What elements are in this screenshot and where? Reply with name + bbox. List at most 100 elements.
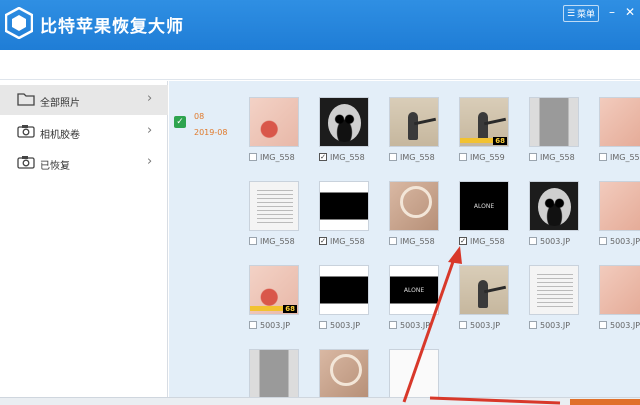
photo-thumbnail[interactable] — [599, 97, 640, 147]
menu-icon: ☰ — [566, 8, 576, 19]
close-icon[interactable]: ✕ — [622, 4, 638, 20]
photo-checkbox[interactable] — [389, 237, 397, 245]
photo-item-label: IMG_558 — [599, 151, 640, 163]
photo-thumbnail[interactable]: ALONE — [459, 181, 509, 231]
photo-item-label: 5003.JP — [319, 319, 360, 331]
photo-checkbox[interactable] — [529, 321, 537, 329]
photo-checkbox[interactable] — [599, 237, 607, 245]
photo-item-label: IMG_558 — [529, 151, 575, 163]
photo-filename: IMG_558 — [260, 152, 295, 162]
photo-thumbnail[interactable] — [389, 349, 439, 399]
photo-item-label: IMG_558 — [249, 235, 295, 247]
photo-filename: IMG_558 — [330, 152, 365, 162]
chevron-right-icon: › — [147, 154, 153, 169]
photo-checkbox[interactable] — [249, 237, 257, 245]
photo-thumbnail[interactable] — [319, 265, 369, 315]
photo-filename: 5003.JP — [470, 320, 501, 330]
photo-filename: 5003.JP — [610, 320, 640, 330]
photo-thumbnail[interactable]: 68 — [249, 265, 299, 315]
photo-thumbnail[interactable] — [389, 97, 439, 147]
photo-thumbnail[interactable]: 68 — [459, 97, 509, 147]
group-date-short: 08 — [194, 112, 205, 121]
photo-item-label: 5003.JP — [599, 319, 640, 331]
group-date: 2019-08 — [194, 128, 228, 137]
photo-checkbox[interactable]: ✓ — [319, 153, 327, 161]
photo-checkbox[interactable]: ✓ — [319, 237, 327, 245]
photo-checkbox[interactable] — [459, 153, 467, 161]
photo-filename: IMG_558 — [610, 152, 640, 162]
photo-thumbnail[interactable] — [319, 97, 369, 147]
thumbnail-caption: ALONE — [473, 202, 495, 210]
sidebar-item-label: 相机胶卷 — [40, 130, 80, 141]
photo-thumbnail[interactable] — [249, 181, 299, 231]
menu-button[interactable]: ☰ 菜单 — [563, 5, 599, 22]
photo-item-label: ✓ IMG_558 — [459, 235, 505, 247]
photo-checkbox[interactable] — [249, 321, 257, 329]
photo-checkbox[interactable] — [599, 153, 607, 161]
app-title: 比特苹果恢复大师 — [40, 17, 184, 37]
camera-icon — [17, 156, 35, 169]
photo-checkbox[interactable] — [389, 321, 397, 329]
toolbar — [0, 50, 640, 80]
photo-thumbnail[interactable]: ALONE — [389, 265, 439, 315]
photo-checkbox[interactable] — [249, 153, 257, 161]
photo-item-label: 5003.JP — [599, 235, 640, 247]
status-bar — [0, 397, 640, 405]
thumbnail-badge: 68 — [493, 137, 507, 145]
photo-item-label: 5003.JP — [529, 319, 570, 331]
photo-thumbnail[interactable] — [599, 181, 640, 231]
thumbnail-caption: ALONE — [403, 286, 425, 294]
photo-checkbox[interactable] — [599, 321, 607, 329]
sidebar-item-label: 全部照片 — [40, 98, 80, 109]
sidebar-item-all-photos[interactable]: 全部照片 › — [0, 85, 168, 115]
photo-checkbox[interactable] — [459, 321, 467, 329]
sidebar-item-camera-roll[interactable]: 相机胶卷 › — [0, 117, 168, 147]
photo-thumbnail[interactable] — [459, 265, 509, 315]
photo-checkbox[interactable] — [389, 153, 397, 161]
photo-filename: 5003.JP — [610, 236, 640, 246]
photo-thumbnail[interactable] — [249, 97, 299, 147]
photo-item-label: IMG_558 — [249, 151, 295, 163]
photo-thumbnail[interactable] — [529, 181, 579, 231]
photo-thumbnail[interactable] — [389, 181, 439, 231]
photo-item-label: 5003.JP — [529, 235, 570, 247]
menu-label: 菜单 — [577, 10, 596, 20]
photo-filename: IMG_558 — [540, 152, 575, 162]
photo-checkbox[interactable] — [529, 153, 537, 161]
photo-filename: IMG_558 — [260, 236, 295, 246]
photo-item-label: IMG_558 — [389, 235, 435, 247]
chevron-right-icon: › — [147, 123, 153, 138]
photo-checkbox[interactable] — [319, 321, 327, 329]
photo-thumbnail[interactable] — [249, 349, 299, 399]
photo-thumbnail[interactable] — [529, 265, 579, 315]
photo-checkbox[interactable] — [529, 237, 537, 245]
minimize-icon[interactable]: – — [604, 4, 620, 20]
photo-thumbnail[interactable] — [599, 265, 640, 315]
photo-filename: IMG_558 — [400, 236, 435, 246]
app-logo-icon — [5, 7, 33, 39]
photo-item-label: ✓ IMG_558 — [319, 151, 365, 163]
photo-checkbox[interactable]: ✓ — [459, 237, 467, 245]
photo-item-label: 5003.JP — [459, 319, 500, 331]
photo-filename: IMG_558 — [330, 236, 365, 246]
group-checkbox[interactable]: ✓ — [174, 116, 186, 128]
sidebar-item-label: 已恢复 — [40, 161, 70, 172]
photo-thumbnail[interactable] — [319, 349, 369, 399]
photo-filename: 5003.JP — [330, 320, 361, 330]
folder-icon — [17, 93, 35, 106]
photo-item-label: IMG_559 — [459, 151, 505, 163]
thumbnail-stripe — [460, 138, 496, 143]
recover-button[interactable] — [570, 399, 640, 405]
thumbnail-badge: 68 — [283, 305, 297, 313]
photo-filename: 5003.JP — [540, 320, 571, 330]
photo-filename: 5003.JP — [540, 236, 571, 246]
chevron-right-icon: › — [147, 91, 153, 106]
photo-thumbnail[interactable] — [319, 181, 369, 231]
photo-filename: 5003.JP — [400, 320, 431, 330]
photo-filename: IMG_559 — [470, 152, 505, 162]
photo-filename: 5003.JP — [260, 320, 291, 330]
sidebar-item-recovered[interactable]: 已恢复 › — [0, 148, 168, 178]
photo-item-label: 5003.JP — [389, 319, 430, 331]
photo-thumbnail[interactable] — [529, 97, 579, 147]
title-bar: 比特苹果恢复大师 ☰ 菜单 – ✕ — [0, 0, 640, 50]
